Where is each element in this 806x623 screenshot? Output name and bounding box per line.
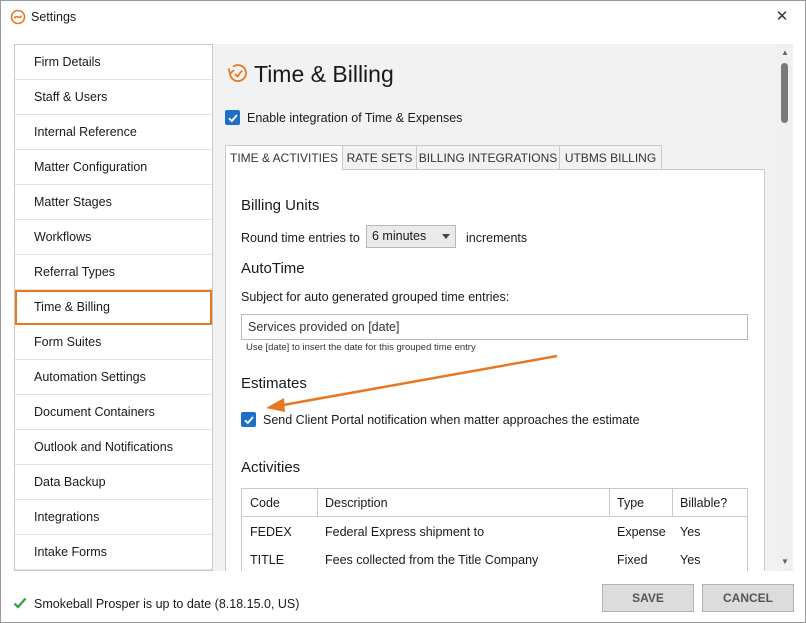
tab-utbms-billing[interactable]: UTBMS BILLING [559, 145, 662, 170]
billing-unit-dropdown[interactable]: 6 minutes [366, 225, 456, 248]
autotime-hint: Use [date] to insert the date for this g… [246, 342, 476, 353]
autotime-subject-input[interactable]: Services provided on [date] [241, 314, 748, 340]
settings-window: Settings ✕ Firm Details Staff & Users In… [0, 0, 806, 623]
sidebar-item-integrations[interactable]: Integrations [15, 500, 212, 535]
time-billing-clock-icon [227, 64, 247, 82]
content-scrollbar[interactable]: ▲ ▼ [777, 44, 793, 571]
sidebar-item-internal-reference[interactable]: Internal Reference [15, 115, 212, 150]
sidebar-item-time-billing[interactable]: Time & Billing [15, 290, 212, 325]
estimates-heading: Estimates [241, 375, 307, 392]
activities-heading: Activities [241, 459, 301, 476]
scroll-down-icon[interactable]: ▼ [777, 556, 793, 568]
window-title: Settings [31, 10, 77, 24]
sidebar-item-matter-stages[interactable]: Matter Stages [15, 185, 212, 220]
cell-code: TITLE [250, 553, 285, 567]
client-portal-notification-label: Send Client Portal notification when mat… [263, 413, 640, 427]
close-icon[interactable]: ✕ [759, 1, 805, 31]
tab-time-activities[interactable]: TIME & ACTIVITIES [225, 145, 343, 171]
smokeball-logo-icon [10, 9, 26, 25]
save-button[interactable]: SAVE [602, 584, 694, 612]
cell-type: Fixed [617, 553, 648, 567]
scroll-thumb[interactable] [781, 63, 788, 123]
column-header-description[interactable]: Description [317, 489, 610, 517]
increments-label: increments [466, 231, 528, 245]
autotime-heading: AutoTime [241, 260, 305, 277]
cell-description: Federal Express shipment to [325, 525, 485, 539]
sidebar-item-staff-users[interactable]: Staff & Users [15, 80, 212, 115]
scroll-up-icon[interactable]: ▲ [777, 47, 793, 59]
checkmark-icon [13, 597, 27, 609]
sidebar-item-outlook-notifications[interactable]: Outlook and Notifications [15, 430, 212, 465]
sidebar-item-automation-settings[interactable]: Automation Settings [15, 360, 212, 395]
client-portal-notification-checkbox[interactable] [241, 412, 256, 427]
settings-sidebar: Firm Details Staff & Users Internal Refe… [14, 44, 213, 571]
cell-description: Fees collected from the Title Company [325, 553, 539, 567]
sidebar-item-firm-details[interactable]: Firm Details [15, 45, 212, 80]
column-header-type[interactable]: Type [609, 489, 673, 517]
page-title: Time & Billing [254, 61, 394, 87]
cancel-button[interactable]: CANCEL [702, 584, 794, 612]
cell-billable: Yes [680, 525, 701, 539]
tab-rate-sets[interactable]: RATE SETS [342, 145, 417, 170]
sidebar-item-matter-configuration[interactable]: Matter Configuration [15, 150, 212, 185]
sidebar-item-document-containers[interactable]: Document Containers [15, 395, 212, 430]
chevron-down-icon [442, 234, 450, 239]
column-header-billable[interactable]: Billable? [672, 489, 747, 517]
sidebar-item-form-suites[interactable]: Form Suites [15, 325, 212, 360]
checkmark-icon [228, 114, 238, 123]
sidebar-item-data-backup[interactable]: Data Backup [15, 465, 212, 500]
cell-billable: Yes [680, 553, 701, 567]
title-bar: Settings ✕ [1, 1, 805, 33]
cell-type: Expense [617, 525, 666, 539]
billing-unit-value: 6 minutes [372, 229, 427, 243]
round-time-label: Round time entries to [241, 231, 360, 245]
sidebar-item-workflows[interactable]: Workflows [15, 220, 212, 255]
checkmark-icon [244, 416, 254, 425]
column-header-code[interactable]: Code [242, 489, 318, 517]
sidebar-item-intake-forms[interactable]: Intake Forms [15, 535, 212, 570]
update-status-text: Smokeball Prosper is up to date (8.18.15… [34, 597, 300, 611]
enable-integration-label: Enable integration of Time & Expenses [247, 111, 463, 125]
activities-table: Code Description Type Billable? FEDEX Fe… [241, 488, 748, 571]
enable-integration-checkbox[interactable] [225, 110, 240, 125]
tab-billing-integrations[interactable]: BILLING INTEGRATIONS [416, 145, 560, 170]
billing-units-heading: Billing Units [241, 197, 320, 214]
sidebar-item-referral-types[interactable]: Referral Types [15, 255, 212, 290]
cell-code: FEDEX [250, 525, 292, 539]
activities-table-header: Code Description Type Billable? [242, 489, 747, 517]
autotime-subject-label: Subject for auto generated grouped time … [241, 290, 510, 304]
